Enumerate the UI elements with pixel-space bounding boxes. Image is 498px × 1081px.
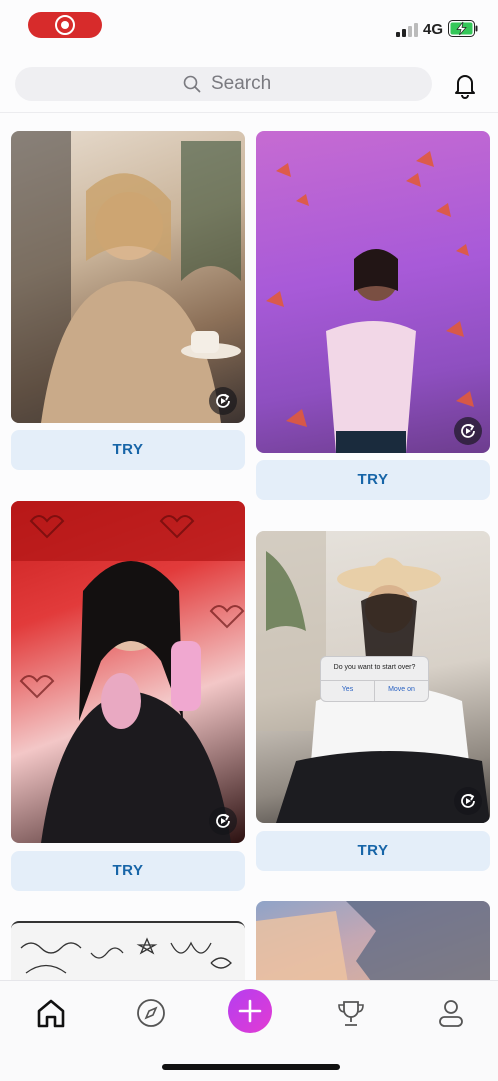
try-button[interactable]: TRY xyxy=(11,851,245,891)
try-button[interactable]: TRY xyxy=(11,430,245,470)
portrait-photo xyxy=(11,131,241,423)
signal-icon xyxy=(396,23,418,37)
dialog-yes-button[interactable]: Yes xyxy=(321,686,374,693)
template-image-5[interactable] xyxy=(11,921,245,980)
trophy-icon[interactable] xyxy=(331,993,371,1033)
create-button[interactable] xyxy=(228,989,272,1033)
template-feed[interactable]: TRY TRY TRY Do you want to start over? Y… xyxy=(0,113,498,980)
start-over-dialog: Do you want to start over? Yes Move on xyxy=(320,656,429,702)
template-image-1[interactable] xyxy=(11,131,245,423)
replay-icon[interactable] xyxy=(209,807,237,835)
screen-record-indicator[interactable] xyxy=(28,12,102,38)
search-icon xyxy=(183,75,201,93)
doodle-photo xyxy=(20,937,232,974)
status-bar: 4G xyxy=(0,0,498,60)
replay-icon[interactable] xyxy=(454,417,482,445)
portrait-photo xyxy=(266,151,474,453)
battery-charging-icon xyxy=(448,20,478,37)
try-button[interactable]: TRY xyxy=(256,831,490,871)
search-bar[interactable]: Search xyxy=(15,67,432,101)
template-image-3[interactable] xyxy=(11,501,245,843)
profile-icon[interactable] xyxy=(431,993,471,1033)
replay-icon[interactable] xyxy=(209,387,237,415)
dialog-move-on-button[interactable]: Move on xyxy=(375,686,428,693)
replay-icon[interactable] xyxy=(454,787,482,815)
network-type: 4G xyxy=(423,21,444,38)
try-button[interactable]: TRY xyxy=(256,460,490,500)
record-icon xyxy=(55,15,75,35)
collage-photo xyxy=(256,901,490,980)
template-image-2[interactable] xyxy=(256,131,490,453)
compass-icon[interactable] xyxy=(131,993,171,1033)
home-icon[interactable] xyxy=(31,993,71,1033)
template-image-6[interactable] xyxy=(256,901,490,980)
dialog-question: Do you want to start over? xyxy=(333,664,416,671)
bell-icon[interactable] xyxy=(450,70,480,100)
template-image-4[interactable]: Do you want to start over? Yes Move on xyxy=(256,531,490,823)
search-placeholder: Search xyxy=(211,73,272,94)
plus-icon xyxy=(238,999,262,1023)
portrait-photo xyxy=(11,501,245,843)
home-indicator xyxy=(162,1064,340,1070)
